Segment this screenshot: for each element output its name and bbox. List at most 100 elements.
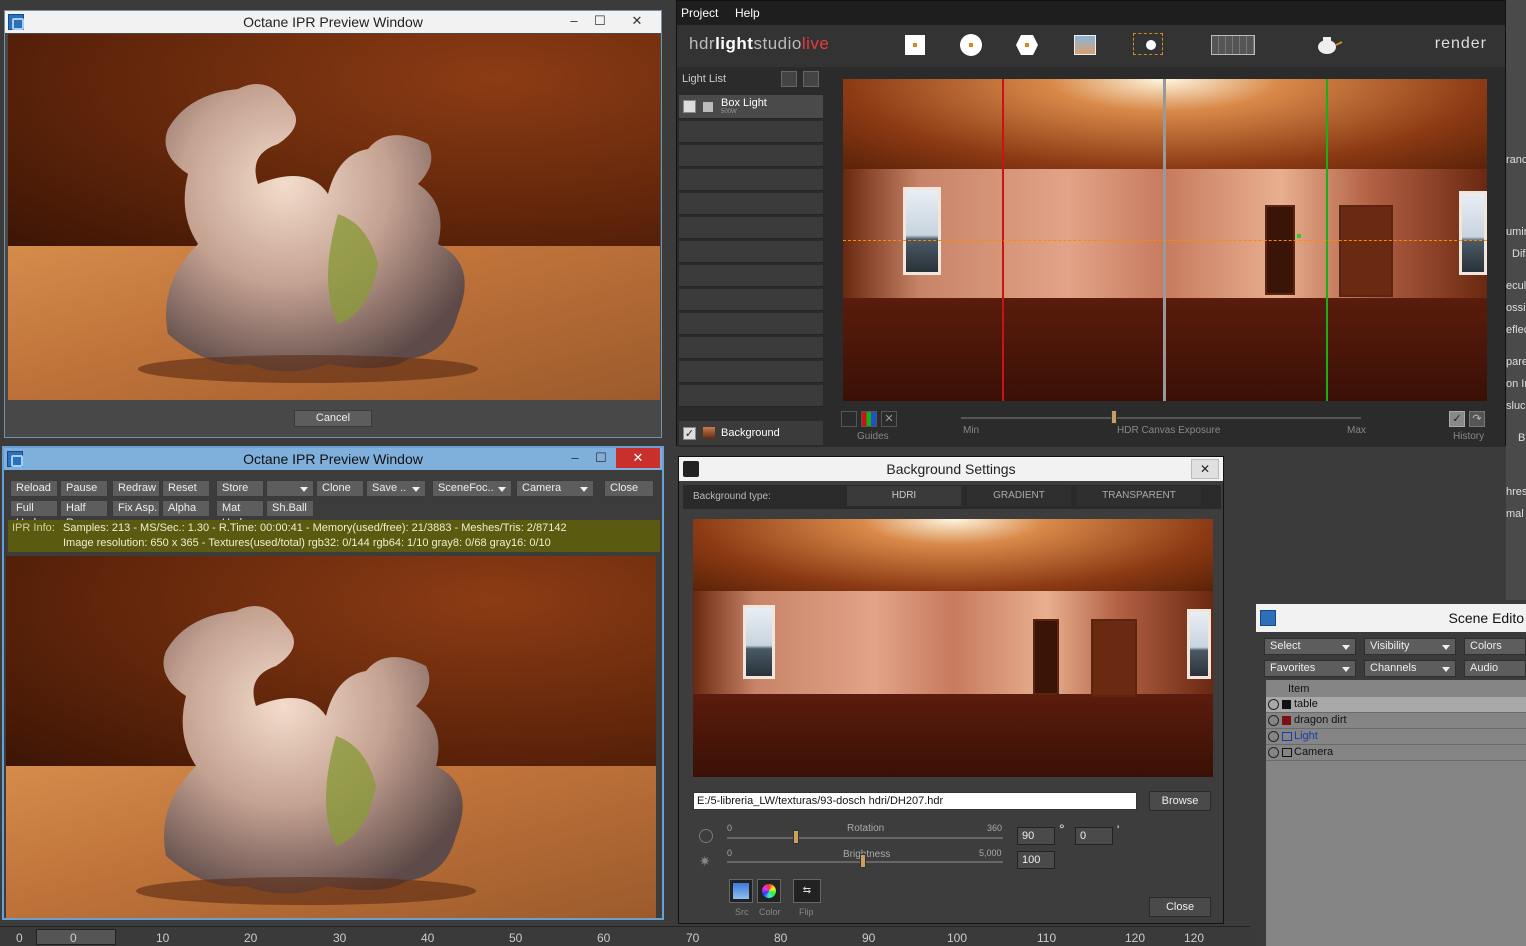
menu-help[interactable]: Help [735, 6, 760, 20]
guides-clear-icon[interactable]: ✕ [881, 411, 897, 427]
table-row[interactable]: dragon dirt [1266, 713, 1526, 729]
visibility-eye-icon[interactable] [1268, 747, 1279, 758]
exposure-slider-handle[interactable] [1111, 410, 1117, 424]
canvas-grid-icon[interactable] [1211, 33, 1257, 57]
delete-light-icon[interactable] [803, 71, 819, 87]
close-icon[interactable]: ✕ [1191, 459, 1219, 479]
duplicate-light-icon[interactable] [781, 71, 797, 87]
hdri-path-input[interactable]: E:/5-libreria_LW/texturas/93-dosch hdri/… [693, 792, 1137, 810]
tab-hdri[interactable]: HDRI [847, 486, 961, 506]
light-visible-checkbox[interactable] [683, 100, 696, 113]
light-slot [679, 241, 823, 263]
background-label: Background [721, 427, 780, 439]
timeline-tick: 70 [686, 931, 700, 945]
store-slot-dropdown[interactable] [266, 480, 314, 497]
favorites-dropdown[interactable]: Favorites [1264, 660, 1356, 677]
light-slot [679, 145, 823, 167]
rotation-min: 0 [727, 823, 733, 833]
brightness-slider-handle[interactable] [860, 854, 866, 868]
brightness-value[interactable]: 100 [1017, 851, 1055, 869]
tab-gradient[interactable]: GRADIENT [967, 486, 1071, 506]
teapot-render-icon[interactable] [1315, 33, 1343, 57]
table-row[interactable]: Light [1266, 729, 1526, 745]
bgset-close-button[interactable]: Close [1149, 897, 1211, 917]
close-button[interactable]: Close [604, 480, 654, 497]
minimize-icon[interactable]: – [562, 448, 588, 468]
minimize-icon[interactable]: – [561, 11, 587, 31]
shader-ball-button[interactable]: Sh.Ball [266, 500, 314, 517]
octane-app-icon [7, 451, 23, 467]
ipr-window-bottom: Octane IPR Preview Window – ☐ ✕ Reload P… [2, 446, 664, 920]
undo-icon[interactable]: ✓ [1449, 411, 1465, 427]
circle-light-icon[interactable] [959, 33, 983, 57]
right-edge-label: Dif [1512, 248, 1526, 260]
reload-button[interactable]: Reload [10, 480, 58, 497]
visibility-eye-icon[interactable] [1268, 699, 1279, 710]
camera-dropdown[interactable]: Camera [516, 480, 594, 497]
select-dropdown[interactable]: Select [1264, 638, 1356, 655]
visibility-dropdown[interactable]: Visibility [1364, 638, 1456, 655]
maximize-icon[interactable]: ☐ [588, 448, 614, 468]
src-image-icon[interactable] [729, 879, 753, 903]
scenefocus-dropdown[interactable]: SceneFoc.. [432, 480, 512, 497]
sun-light-icon[interactable] [1133, 33, 1163, 57]
browse-button[interactable]: Browse [1149, 791, 1211, 811]
light-position-marker[interactable] [1297, 234, 1301, 238]
exposure-slider-track[interactable] [961, 417, 1361, 419]
reset-button[interactable]: Reset [162, 480, 210, 497]
close-icon[interactable]: ✕ [616, 448, 660, 468]
render-button[interactable]: render [1435, 35, 1487, 53]
guides-toggle-icon[interactable] [841, 411, 857, 427]
cancel-button[interactable]: Cancel [294, 410, 372, 427]
bgset-titlebar[interactable]: Background Settings ✕ [679, 457, 1223, 481]
right-edge-label: on In [1506, 378, 1526, 390]
flip-icon[interactable]: ⇆ [793, 879, 821, 903]
light-list-item[interactable]: Box Light 500W [679, 95, 823, 119]
mat-update-button[interactable]: Mat Upd [216, 500, 264, 529]
redo-icon[interactable]: ↷ [1469, 411, 1485, 427]
dragon-render-bottom [136, 606, 476, 905]
redraw-button[interactable]: Redraw [112, 480, 160, 497]
square-light-icon[interactable] [903, 33, 927, 57]
hexagon-light-icon[interactable] [1015, 33, 1039, 57]
close-icon[interactable]: ✕ [615, 11, 659, 31]
clone-button[interactable]: Clone [316, 480, 364, 497]
table-row[interactable]: table [1266, 697, 1526, 713]
guides-color-icon[interactable] [861, 411, 877, 427]
rotation-degree-symbol: ° [1059, 821, 1065, 837]
menu-project[interactable]: Project [681, 6, 718, 20]
hdr-canvas[interactable] [843, 79, 1487, 401]
timeline-bar[interactable]: 0 0 10 20 30 40 50 60 70 80 90 100 110 1… [0, 926, 1250, 946]
full-update-button[interactable]: Full Upd. [10, 500, 58, 529]
rotation-slider-handle[interactable] [793, 830, 799, 844]
table-row[interactable]: Camera [1266, 745, 1526, 761]
tab-transparent[interactable]: TRANSPARENT [1077, 486, 1201, 506]
background-row[interactable]: ✓ Background [679, 421, 823, 445]
fix-aspect-button[interactable]: Fix Asp. [112, 500, 160, 517]
save-dropdown[interactable]: Save .. [366, 480, 426, 497]
rotation-slider-track[interactable] [727, 837, 1003, 839]
rotation-value[interactable]: 90 [1017, 827, 1055, 845]
maximize-icon[interactable]: ☐ [587, 11, 613, 31]
horizon-line[interactable] [843, 240, 1487, 241]
pause-button[interactable]: Pause [60, 480, 108, 497]
color-wheel-icon[interactable] [757, 879, 781, 903]
scene-editor-titlebar[interactable]: Scene Edito [1256, 604, 1526, 632]
visibility-eye-icon[interactable] [1268, 731, 1279, 742]
ipr-top-titlebar[interactable]: Octane IPR Preview Window – ☐ ✕ [5, 11, 661, 33]
image-light-icon[interactable] [1073, 33, 1097, 57]
channels-dropdown[interactable]: Channels [1364, 660, 1456, 677]
rotation-icon [699, 829, 713, 843]
ipr-bottom-titlebar[interactable]: Octane IPR Preview Window – ☐ ✕ [4, 448, 662, 470]
visibility-eye-icon[interactable] [1268, 715, 1279, 726]
rotation-max: 360 [987, 823, 1003, 833]
rotation-offset-value[interactable]: 0 [1075, 827, 1113, 845]
colors-button[interactable]: Colors [1464, 638, 1526, 655]
audio-button[interactable]: Audio [1464, 660, 1526, 677]
background-checkbox[interactable]: ✓ [683, 427, 696, 440]
light-slot [679, 313, 823, 335]
item-name: Camera [1294, 746, 1334, 758]
store-button[interactable]: Store [216, 480, 264, 497]
alpha-button[interactable]: Alpha [162, 500, 210, 517]
half-res-button[interactable]: Half Res [60, 500, 108, 529]
